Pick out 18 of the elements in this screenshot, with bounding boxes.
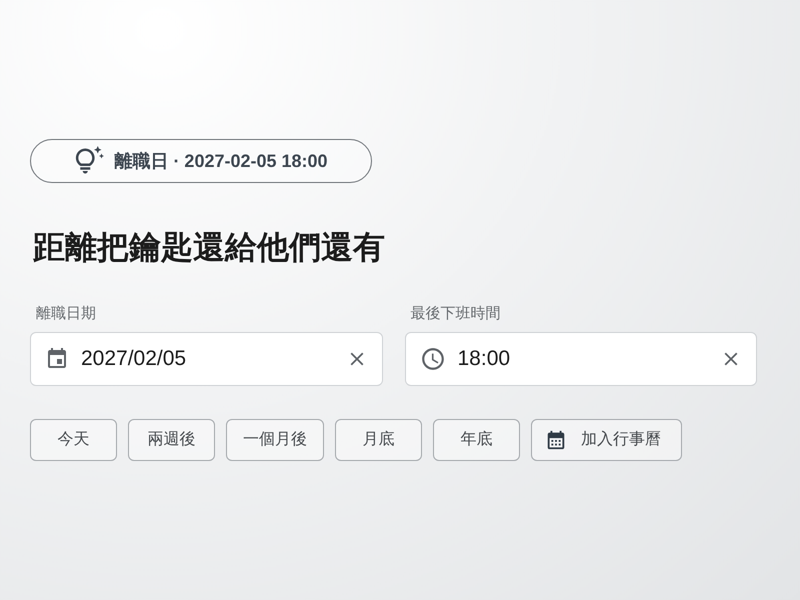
quick-date-button[interactable]: 兩週後 bbox=[128, 419, 215, 461]
quick-date-button[interactable]: 月底 bbox=[335, 419, 422, 461]
date-input[interactable]: 2027/02/05 bbox=[81, 343, 332, 375]
time-field[interactable]: 18:00 bbox=[404, 332, 757, 386]
add-to-calendar-button[interactable]: 加入行事曆 bbox=[531, 419, 682, 461]
countdown-heading: 距離把鑰匙還給他們還有 bbox=[33, 228, 385, 267]
field-label: 離職日期 bbox=[35, 304, 96, 324]
date-field[interactable]: 2027/02/05 bbox=[30, 332, 382, 386]
badge-text: 離職日 · 2027-02-05 18:00 bbox=[114, 150, 328, 172]
calendar-icon bbox=[45, 347, 69, 371]
calendar-icon bbox=[545, 429, 567, 451]
quick-date-button[interactable]: 年底 bbox=[433, 419, 520, 461]
field-label: 最後下班時間 bbox=[410, 304, 500, 324]
quick-date-button[interactable]: 今天 bbox=[30, 419, 117, 461]
time-input[interactable]: 18:00 bbox=[458, 343, 706, 375]
lightbulb-sparkle-icon bbox=[74, 146, 104, 176]
quick-date-button[interactable]: 一個月後 bbox=[226, 419, 324, 461]
clock-icon bbox=[420, 346, 446, 372]
